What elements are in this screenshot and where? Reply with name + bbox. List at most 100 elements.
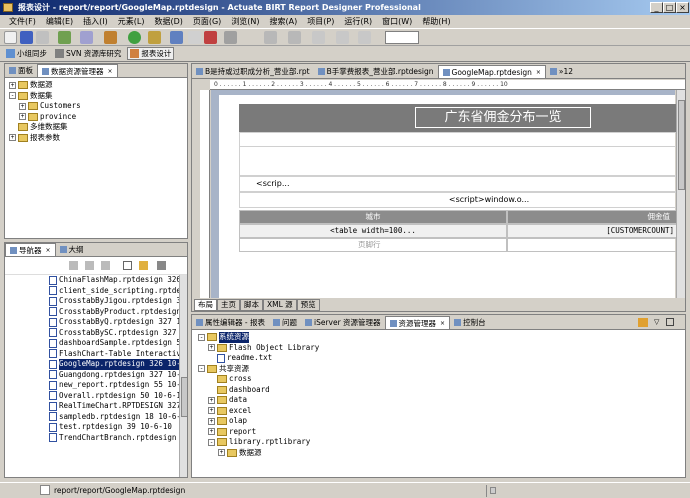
view-tab-3[interactable]: XML 源 (263, 299, 297, 311)
menu-item-1[interactable]: 编辑(E) (41, 15, 78, 28)
minimize-button[interactable]: _ (650, 2, 663, 13)
view-tab-1[interactable]: 主页 (217, 299, 240, 311)
tree-row[interactable]: + excel (198, 406, 679, 417)
tab-4[interactable]: 控制台 (450, 316, 490, 329)
file-row[interactable]: new_report.rptdesign 55 10- (49, 380, 187, 391)
view-menu-icon[interactable] (157, 261, 166, 270)
file-row[interactable]: CrosstabBySC.rptdesign 327 (49, 328, 187, 339)
table-cell-customercount[interactable]: [CUSTOMERCOUNT] (507, 224, 679, 238)
menu-item-3[interactable]: 元素(L) (113, 15, 150, 28)
view-tab-2[interactable]: 脚本 (240, 299, 263, 311)
table-footer-cell-2[interactable] (507, 238, 679, 252)
tree-row[interactable]: readme.txt (198, 353, 679, 364)
tab-1[interactable]: 大纲 (56, 243, 88, 256)
file-row[interactable]: CrosstabByJigou.rptdesign 32 (49, 296, 187, 307)
file-row[interactable]: test.rptdesign 39 10-6-10 (49, 422, 187, 433)
tree-row[interactable]: cross (198, 374, 679, 385)
expand-icon[interactable]: + (208, 417, 215, 425)
view-tab-0[interactable]: 布局 (194, 299, 217, 311)
expand-icon[interactable]: + (218, 449, 225, 457)
perspective-item-0[interactable]: 小组同步 (4, 48, 49, 59)
expand-icon[interactable]: + (208, 396, 215, 404)
menu-item-0[interactable]: 文件(F) (4, 15, 41, 28)
link-editor-icon[interactable] (139, 261, 148, 270)
prev-annotation-icon[interactable] (288, 31, 301, 44)
menu-item-5[interactable]: 页面(G) (188, 15, 226, 28)
web-icon[interactable] (80, 31, 93, 44)
expand-icon[interactable]: + (19, 113, 26, 121)
tree-row[interactable]: + report (198, 427, 679, 438)
tree-row[interactable]: + data (198, 395, 679, 406)
new-file-icon[interactable] (4, 31, 17, 44)
tree-row[interactable]: + olap (198, 416, 679, 427)
save-icon[interactable] (20, 31, 33, 44)
tree-row[interactable]: + 数据源 (198, 448, 679, 459)
zoom-select[interactable] (385, 31, 419, 44)
save-all-icon[interactable] (36, 31, 49, 44)
back-icon[interactable] (69, 261, 78, 270)
file-row[interactable]: CrosstabByQ.rptdesign 327 1 (49, 317, 187, 328)
back-arrow-icon[interactable] (336, 31, 349, 44)
tree-row[interactable]: - 系统资源 (198, 332, 679, 343)
refresh-icon[interactable] (638, 318, 648, 327)
file-row[interactable]: sampledb.rptdesign 18 10-6- (49, 412, 187, 423)
tree-row[interactable]: + 报表参数 (9, 133, 183, 144)
tree-row[interactable]: - 共享资源 (198, 364, 679, 375)
file-row[interactable]: GoogleMap.rptdesign 326 10- (49, 359, 187, 370)
table-header-city[interactable]: 城市 (239, 210, 507, 224)
navigator-scrollbar[interactable] (179, 275, 187, 477)
minimize-view-icon[interactable] (666, 318, 674, 326)
script-label-1[interactable]: <scrip... (239, 176, 679, 192)
file-row[interactable]: Guangdong.rptdesign 327 10- (49, 370, 187, 381)
new-report-icon[interactable] (58, 31, 71, 44)
collapse-icon[interactable]: - (198, 333, 205, 341)
close-button[interactable]: × (676, 2, 689, 13)
maximize-button[interactable]: □ (663, 2, 676, 13)
expand-icon[interactable]: + (208, 344, 215, 352)
tree-row[interactable]: - 数据集 (9, 91, 183, 102)
view-tab-4[interactable]: 预览 (296, 299, 320, 311)
data-table[interactable]: 城市 佣金值 <table width=100... [CUSTOMERCOUN… (239, 210, 679, 254)
close-tab-icon[interactable]: × (46, 244, 51, 257)
tree-row[interactable]: + Customers (9, 101, 183, 112)
collapse-icon[interactable]: - (198, 365, 205, 373)
script-label-2[interactable]: <script>window.o... (239, 192, 679, 208)
tab-2[interactable]: GoogleMap.rptdesign × (437, 65, 546, 78)
forward-icon[interactable] (85, 261, 94, 270)
table-cell-city[interactable]: <table width=100... (239, 224, 507, 238)
perspective-item-2[interactable]: 报表设计 (127, 47, 175, 60)
tab-2[interactable]: iServer 资源管理器 (301, 316, 385, 329)
report-title[interactable]: 广东省佣金分布一览 (415, 107, 591, 128)
tab-1[interactable]: B手掌费报表_营业部.rptdesign (314, 65, 438, 78)
expand-icon[interactable]: + (208, 428, 215, 436)
file-row[interactable]: TrendChartBranch.rptdesign 3 (49, 433, 187, 444)
expand-icon[interactable]: + (19, 102, 26, 110)
open-type-icon[interactable] (148, 31, 161, 44)
pencil-icon[interactable] (224, 31, 237, 44)
menu-item-7[interactable]: 搜索(A) (265, 15, 303, 28)
menu-item-9[interactable]: 运行(R) (339, 15, 377, 28)
menu-item-2[interactable]: 插入(I) (78, 15, 113, 28)
tab-0[interactable]: B是持或过职成分析_营业部.rpt (192, 65, 314, 78)
debug-icon[interactable] (204, 31, 217, 44)
tab-0[interactable]: 导航器 × (5, 243, 56, 256)
tab-0[interactable]: 面板 (5, 64, 37, 77)
file-row[interactable]: client_side_scripting.rptdes (49, 286, 187, 297)
tree-row[interactable]: dashboard (198, 385, 679, 396)
collapse-icon[interactable]: - (9, 92, 16, 100)
collapse-icon[interactable]: - (208, 438, 215, 446)
tab-3[interactable]: 资源管理器 × (384, 316, 451, 329)
next-annotation-icon[interactable] (264, 31, 277, 44)
menu-item-10[interactable]: 窗口(W) (377, 15, 417, 28)
menu-item-4[interactable]: 数据(D) (149, 15, 187, 28)
tab-1[interactable]: 数据资源管理器 × (37, 64, 118, 77)
expand-icon[interactable]: + (9, 134, 16, 142)
table-header-commission[interactable]: 佣金值 (507, 210, 679, 224)
table-footer-cell[interactable]: 页脚行 (239, 238, 507, 252)
tree-row[interactable]: + province (9, 112, 183, 123)
run-icon[interactable] (128, 31, 141, 44)
perspective-item-1[interactable]: SVN 资源库研究 (53, 48, 123, 59)
publish-icon[interactable] (104, 31, 117, 44)
tree-row[interactable]: + 数据源 (9, 80, 183, 91)
file-row[interactable]: CrosstabByProduct.rptdesign (49, 307, 187, 318)
